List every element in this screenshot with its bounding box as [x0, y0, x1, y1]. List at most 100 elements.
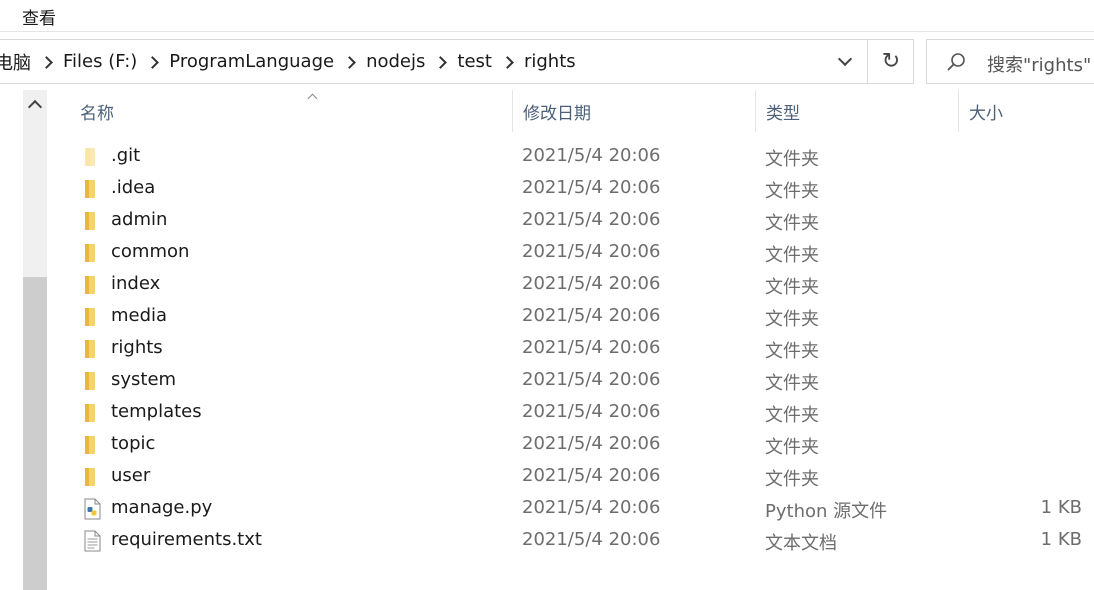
folder-icon [85, 340, 95, 358]
file-row[interactable]: requirements.txt 2021/5/4 20:06 文本文档 1 K… [50, 525, 1094, 557]
file-name: templates [111, 401, 202, 422]
breadcrumb-item-nodejs[interactable]: nodejs [362, 51, 429, 72]
file-date: 2021/5/4 20:06 [522, 337, 661, 358]
file-date: 2021/5/4 20:06 [522, 369, 661, 390]
file-list: .git 2021/5/4 20:06 文件夹 .idea 2021/5/4 2… [50, 141, 1094, 557]
column-header-type[interactable]: 类型 [756, 90, 959, 132]
file-row[interactable]: user 2021/5/4 20:06 文件夹 [50, 461, 1094, 493]
file-date: 2021/5/4 20:06 [522, 401, 661, 422]
folder-icon [85, 372, 95, 390]
folder-icon [85, 180, 95, 198]
file-type: 文本文档 [765, 533, 837, 554]
file-type: 文件夹 [765, 469, 819, 490]
search-placeholder: 搜索"rights" [987, 55, 1092, 76]
file-name: .git [111, 145, 141, 166]
file-type: 文件夹 [765, 309, 819, 330]
folder-icon [85, 148, 95, 166]
file-date: 2021/5/4 20:06 [522, 209, 661, 230]
file-row[interactable]: .idea 2021/5/4 20:06 文件夹 [50, 173, 1094, 205]
file-name: user [111, 465, 151, 486]
column-type-label: 类型 [766, 103, 800, 124]
file-date: 2021/5/4 20:06 [522, 305, 661, 326]
file-date: 2021/5/4 20:06 [522, 273, 661, 294]
scroll-up-icon[interactable] [23, 90, 47, 120]
chevron-right-icon[interactable] [429, 53, 453, 71]
file-name: requirements.txt [111, 529, 262, 550]
column-size-label: 大小 [969, 103, 1003, 124]
search-input[interactable]: 搜索"rights" [926, 39, 1094, 84]
file-name: media [111, 305, 168, 326]
file-type: 文件夹 [765, 341, 819, 362]
column-header-name[interactable]: 名称 [70, 90, 513, 132]
file-row[interactable]: templates 2021/5/4 20:06 文件夹 [50, 397, 1094, 429]
text-file-icon [84, 530, 101, 552]
chevron-down-icon[interactable] [826, 40, 866, 83]
folder-icon [85, 276, 95, 294]
breadcrumb-item-test[interactable]: test [453, 51, 496, 72]
file-row[interactable]: topic 2021/5/4 20:06 文件夹 [50, 429, 1094, 461]
file-type: 文件夹 [765, 277, 819, 298]
scrollbar-thumb[interactable] [23, 277, 47, 590]
file-row[interactable]: index 2021/5/4 20:06 文件夹 [50, 269, 1094, 301]
file-type: 文件夹 [765, 405, 819, 426]
breadcrumb-item-pc[interactable]: 电脑 [0, 49, 35, 75]
file-name: .idea [111, 177, 156, 198]
chevron-right-icon[interactable] [35, 53, 59, 71]
file-name: manage.py [111, 497, 213, 518]
file-date: 2021/5/4 20:06 [522, 529, 661, 550]
folder-icon [85, 212, 95, 230]
file-date: 2021/5/4 20:06 [522, 497, 661, 518]
folder-icon [85, 468, 95, 486]
menu-bar: 查看 [0, 0, 1094, 32]
breadcrumb-item-drive[interactable]: Files (F:) [59, 51, 141, 72]
file-row[interactable]: .git 2021/5/4 20:06 文件夹 [50, 141, 1094, 173]
file-row[interactable]: rights 2021/5/4 20:06 文件夹 [50, 333, 1094, 365]
menu-view[interactable]: 查看 [22, 4, 56, 29]
column-header-size[interactable]: 大小 [959, 90, 1094, 132]
search-icon [947, 53, 965, 71]
file-type: 文件夹 [765, 149, 819, 170]
file-row[interactable]: media 2021/5/4 20:06 文件夹 [50, 301, 1094, 333]
breadcrumb: 电脑 Files (F:) ProgramLanguage nodejs tes… [0, 40, 580, 83]
breadcrumb-item-rights[interactable]: rights [520, 51, 580, 72]
file-size: 1 KB [1040, 529, 1082, 550]
vertical-scrollbar[interactable] [23, 90, 47, 590]
folder-icon [85, 308, 95, 326]
refresh-button[interactable]: ↻ [867, 40, 914, 83]
file-type: 文件夹 [765, 437, 819, 458]
file-type: 文件夹 [765, 181, 819, 202]
file-date: 2021/5/4 20:06 [522, 177, 661, 198]
file-name: admin [111, 209, 168, 230]
breadcrumb-item-programlanguage[interactable]: ProgramLanguage [165, 51, 338, 72]
column-header: 名称 修改日期 类型 大小 [50, 90, 1094, 132]
file-name: common [111, 241, 190, 262]
file-row[interactable]: manage.py 2021/5/4 20:06 Python 源文件 1 KB [50, 493, 1094, 525]
file-size: 1 KB [1040, 497, 1082, 518]
file-type: 文件夹 [765, 245, 819, 266]
file-type: 文件夹 [765, 213, 819, 234]
folder-icon [85, 436, 95, 454]
file-name: index [111, 273, 161, 294]
folder-icon [85, 404, 95, 422]
folder-icon [85, 244, 95, 262]
sort-ascending-icon [308, 92, 318, 102]
file-date: 2021/5/4 20:06 [522, 433, 661, 454]
file-name: rights [111, 337, 163, 358]
file-type: Python 源文件 [765, 501, 888, 522]
file-row[interactable]: common 2021/5/4 20:06 文件夹 [50, 237, 1094, 269]
address-bar[interactable]: 电脑 Files (F:) ProgramLanguage nodejs tes… [0, 39, 914, 84]
chevron-right-icon[interactable] [338, 53, 362, 71]
chevron-right-icon[interactable] [496, 53, 520, 71]
column-date-label: 修改日期 [523, 103, 591, 124]
refresh-icon: ↻ [881, 49, 901, 74]
file-name: topic [111, 433, 156, 454]
file-date: 2021/5/4 20:06 [522, 145, 661, 166]
file-row[interactable]: system 2021/5/4 20:06 文件夹 [50, 365, 1094, 397]
file-name: system [111, 369, 177, 390]
column-header-date[interactable]: 修改日期 [513, 90, 756, 132]
file-row[interactable]: admin 2021/5/4 20:06 文件夹 [50, 205, 1094, 237]
column-name-label: 名称 [80, 103, 114, 124]
chevron-right-icon[interactable] [141, 53, 165, 71]
python-file-icon [84, 498, 101, 520]
file-date: 2021/5/4 20:06 [522, 241, 661, 262]
